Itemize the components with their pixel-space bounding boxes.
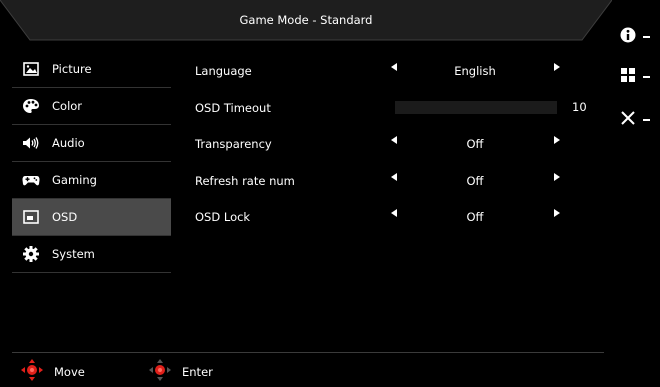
setting-label: Transparency: [195, 137, 272, 151]
sidebar-item-label: Color: [52, 99, 83, 113]
info-icon: [620, 27, 636, 47]
dpad-enter-icon: [148, 358, 172, 386]
picture-icon: [22, 60, 40, 78]
settings-panel: Language English OSD Timeout Transparenc…: [195, 51, 595, 234]
footer-divider: [12, 352, 604, 353]
setting-transparency[interactable]: Transparency Off: [195, 124, 595, 161]
setting-language[interactable]: Language English: [195, 51, 595, 88]
menu-grid-icon: [620, 67, 636, 87]
arrow-right-icon[interactable]: [554, 209, 560, 217]
osd-menu: Game Mode - Standard Picture Color Audio: [0, 0, 612, 387]
osd-timeout-slider[interactable]: [395, 101, 557, 114]
menu-button[interactable]: [620, 67, 650, 87]
sidebar-item-color[interactable]: Color: [12, 88, 171, 125]
sidebar-item-label: Audio: [52, 136, 85, 150]
header-bar: Game Mode - Standard: [0, 0, 612, 42]
right-panel: [612, 0, 660, 387]
dash-mark: [643, 76, 650, 78]
setting-refresh-rate-num[interactable]: Refresh rate num Off: [195, 161, 595, 198]
setting-label: Language: [195, 64, 252, 78]
sidebar-item-picture[interactable]: Picture: [12, 51, 171, 88]
footer-enter: Enter: [148, 358, 213, 386]
sidebar-item-audio[interactable]: Audio: [12, 125, 171, 162]
info-button[interactable]: [620, 27, 650, 47]
setting-osd-lock[interactable]: OSD Lock Off: [195, 197, 595, 234]
setting-value: Off: [466, 173, 484, 188]
sidebar-item-label: System: [52, 247, 95, 261]
arrow-right-icon[interactable]: [554, 172, 560, 181]
arrow-right-icon[interactable]: [554, 136, 560, 144]
osd-timeout-value: 10: [572, 100, 587, 114]
sidebar-item-label: Gaming: [52, 173, 97, 187]
footer-enter-label: Enter: [182, 365, 213, 379]
close-icon: [620, 110, 636, 130]
setting-label: OSD Timeout: [195, 100, 271, 115]
sidebar: Picture Color Audio Gaming OSD System: [12, 51, 171, 273]
palette-icon: [22, 97, 40, 115]
speaker-icon: [22, 134, 40, 152]
arrow-left-icon[interactable]: [391, 172, 397, 181]
setting-label: Refresh rate num: [195, 173, 295, 188]
dash-mark: [643, 36, 650, 38]
setting-value: Off: [466, 210, 484, 224]
sidebar-item-gaming[interactable]: Gaming: [12, 162, 171, 199]
osd-window-icon: [22, 208, 40, 226]
sidebar-item-system[interactable]: System: [12, 236, 171, 273]
setting-value: English: [454, 64, 496, 78]
arrow-right-icon[interactable]: [554, 63, 560, 71]
arrow-left-icon[interactable]: [391, 63, 397, 71]
header-title: Game Mode - Standard: [239, 13, 373, 27]
footer-move: Move: [20, 358, 85, 386]
close-button[interactable]: [620, 110, 650, 130]
setting-label: OSD Lock: [195, 210, 251, 224]
sidebar-item-osd[interactable]: OSD: [12, 199, 171, 236]
sidebar-item-label: OSD: [52, 210, 78, 224]
arrow-left-icon[interactable]: [391, 209, 397, 217]
footer-move-label: Move: [54, 365, 85, 379]
setting-value: Off: [466, 137, 484, 151]
gamepad-icon: [22, 171, 40, 189]
arrow-left-icon[interactable]: [391, 136, 397, 144]
gear-icon: [22, 245, 40, 263]
sidebar-item-label: Picture: [52, 62, 92, 76]
dash-mark: [643, 119, 650, 121]
dpad-move-icon: [20, 358, 44, 386]
